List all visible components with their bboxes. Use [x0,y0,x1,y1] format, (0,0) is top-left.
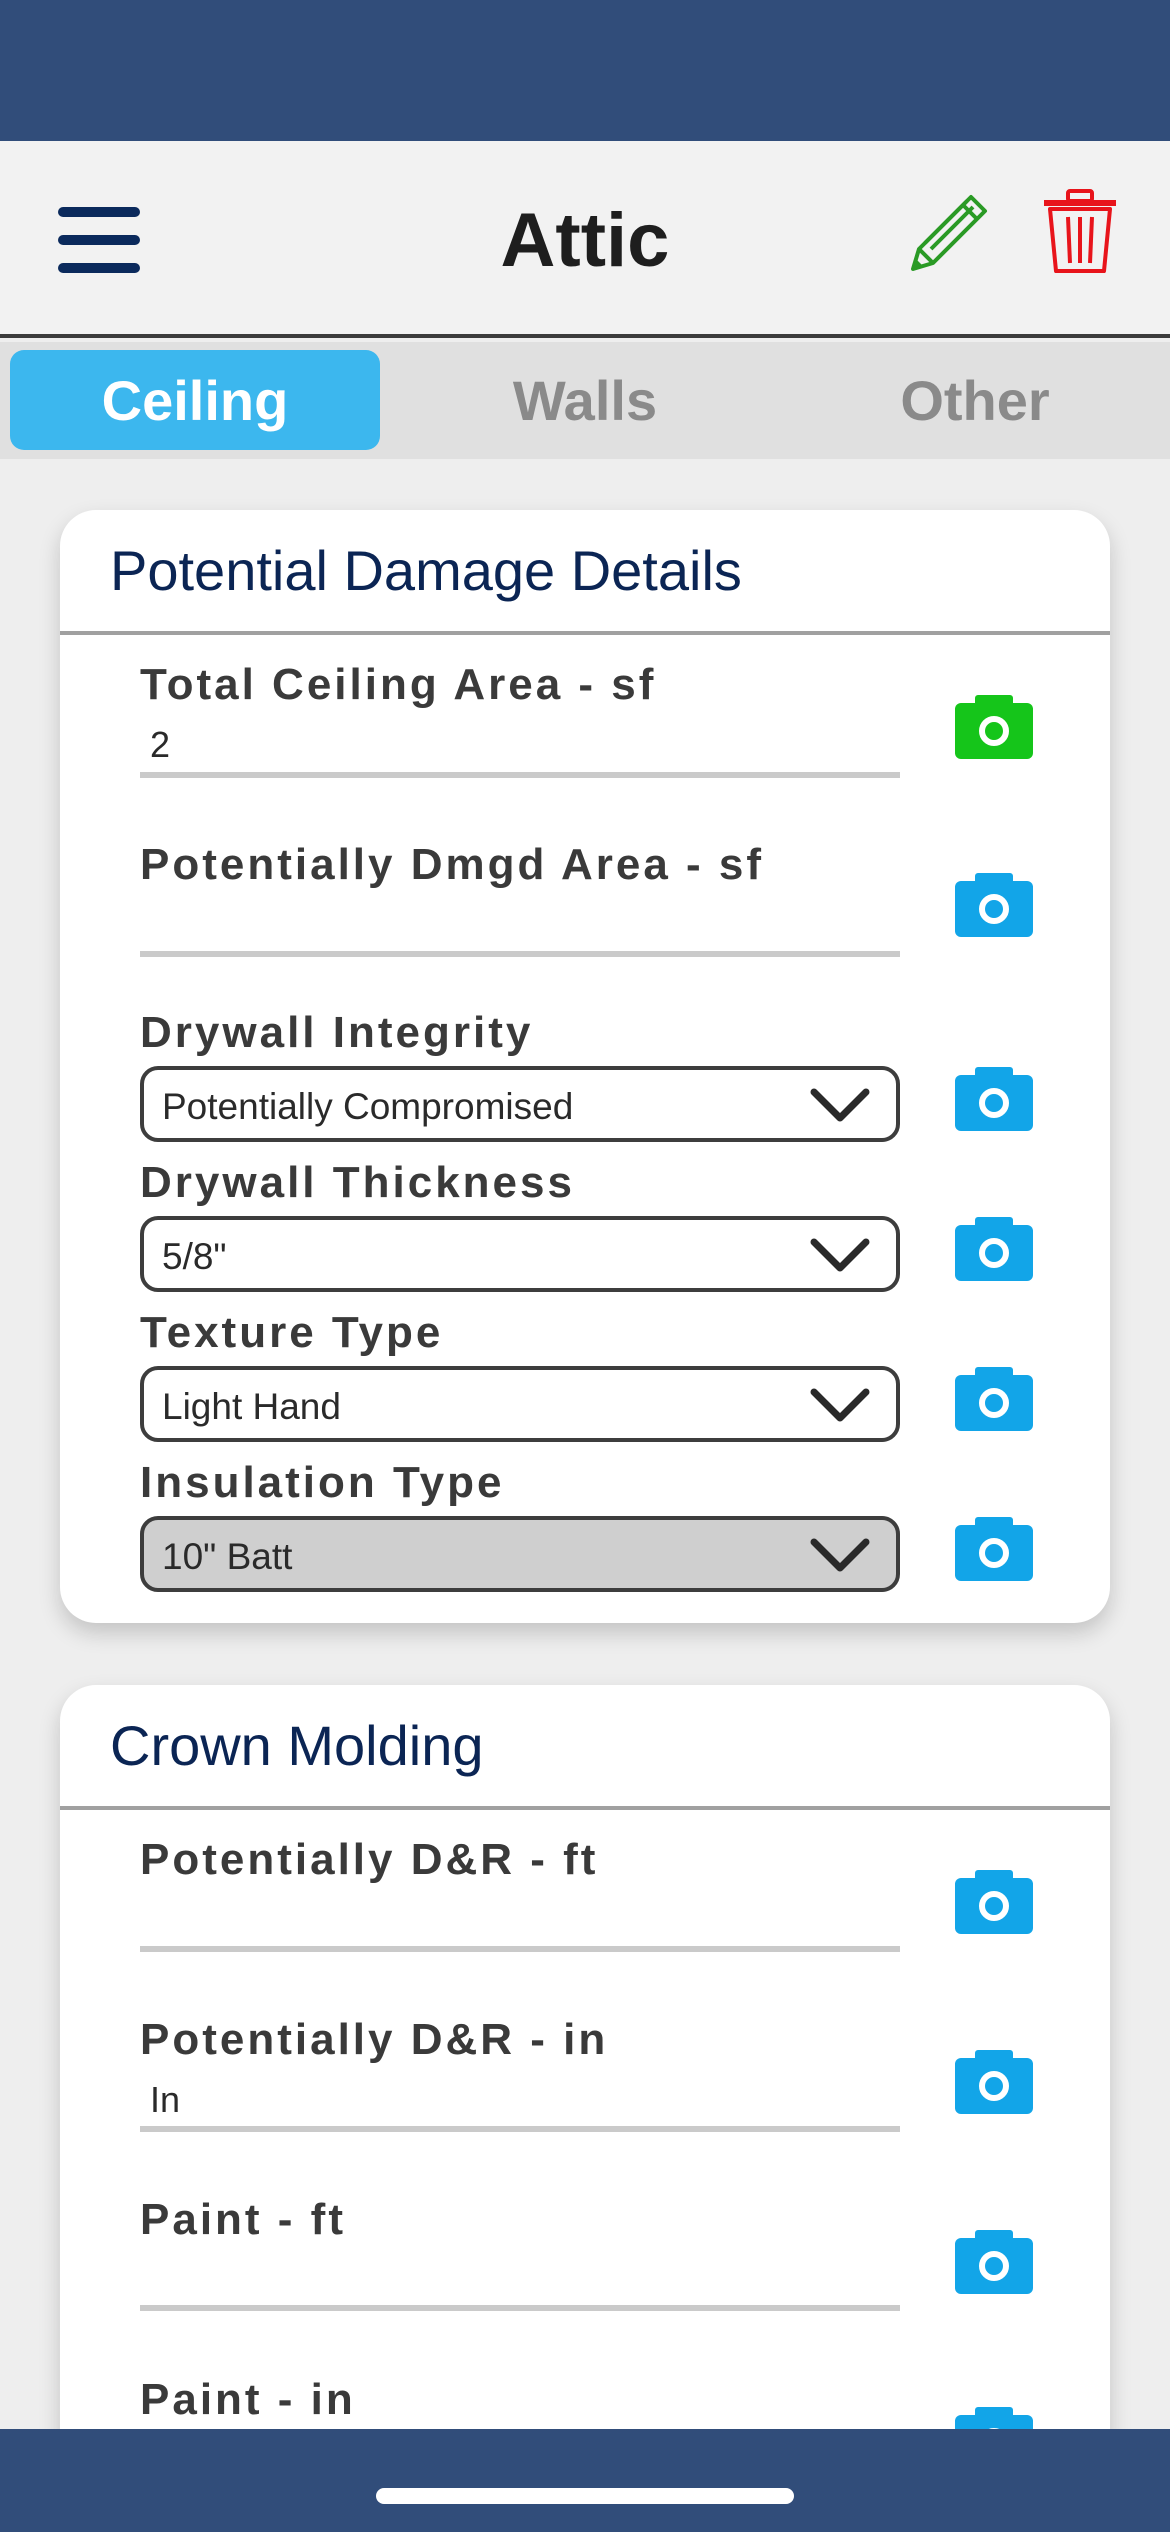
tab-walls[interactable]: Walls [400,350,770,450]
texture-type-value: Light Hand [162,1386,341,1427]
potentially-dmgd-area-underline [140,951,900,957]
paint-ft-underline [140,2305,900,2311]
pencil-icon[interactable] [905,191,991,277]
card-divider [60,631,1110,635]
drywall-integrity-label: Drywall Integrity [140,1008,534,1057]
drywall-thickness-select[interactable]: 5/8" [140,1216,900,1292]
crown-molding-title: Crown Molding [110,1714,484,1777]
drywall-thickness-label: Drywall Thickness [140,1158,575,1207]
potentially-dr-in-underline [140,2126,900,2132]
camera-icon[interactable] [955,1517,1033,1581]
tab-ceiling[interactable]: Ceiling [10,350,380,450]
chevron-down-icon [810,1538,870,1572]
status-bar [0,0,1170,141]
app-header: Attic [0,141,1170,338]
chevron-down-icon [810,1088,870,1122]
camera-icon[interactable] [955,1217,1033,1281]
chevron-down-icon [810,1388,870,1422]
paint-ft-label: Paint - ft [140,2195,346,2244]
camera-icon[interactable] [955,2230,1033,2294]
drywall-thickness-value: 5/8" [162,1236,227,1277]
paint-in-label: Paint - in [140,2375,356,2424]
crown-molding-card: Crown Molding Potentially D&R - ft Poten… [60,1685,1110,2532]
camera-icon[interactable] [955,1367,1033,1431]
camera-icon[interactable] [955,873,1033,937]
trash-icon[interactable] [1040,187,1120,275]
camera-icon[interactable] [955,1870,1033,1934]
potential-damage-title: Potential Damage Details [110,539,742,602]
camera-icon[interactable] [955,2050,1033,2114]
camera-icon[interactable] [955,695,1033,759]
potentially-dr-ft-label: Potentially D&R - ft [140,1835,599,1884]
potentially-dr-ft-underline [140,1946,900,1952]
drywall-integrity-select[interactable]: Potentially Compromised [140,1066,900,1142]
camera-icon[interactable] [955,1067,1033,1131]
home-indicator[interactable] [376,2488,794,2504]
page-title: Attic [500,198,670,283]
potentially-dmgd-area-label: Potentially Dmgd Area - sf [140,840,765,889]
insulation-type-label: Insulation Type [140,1458,505,1507]
card-divider [60,1806,1110,1810]
potential-damage-card: Potential Damage Details Total Ceiling A… [60,510,1110,1623]
insulation-type-value: 10" Batt [162,1536,293,1577]
potentially-dr-in-input[interactable]: In [150,2079,180,2121]
tab-other[interactable]: Other [790,350,1160,450]
drywall-integrity-value: Potentially Compromised [162,1086,574,1127]
potentially-dr-in-label: Potentially D&R - in [140,2015,609,2064]
tab-bar: Ceiling Walls Other [0,342,1170,459]
total-ceiling-area-input[interactable]: 2 [150,724,170,766]
texture-type-select[interactable]: Light Hand [140,1366,900,1442]
bottom-bar [0,2429,1170,2532]
total-ceiling-area-underline [140,772,900,778]
texture-type-label: Texture Type [140,1308,444,1357]
chevron-down-icon [810,1238,870,1272]
total-ceiling-area-label: Total Ceiling Area - sf [140,660,657,709]
insulation-type-select[interactable]: 10" Batt [140,1516,900,1592]
